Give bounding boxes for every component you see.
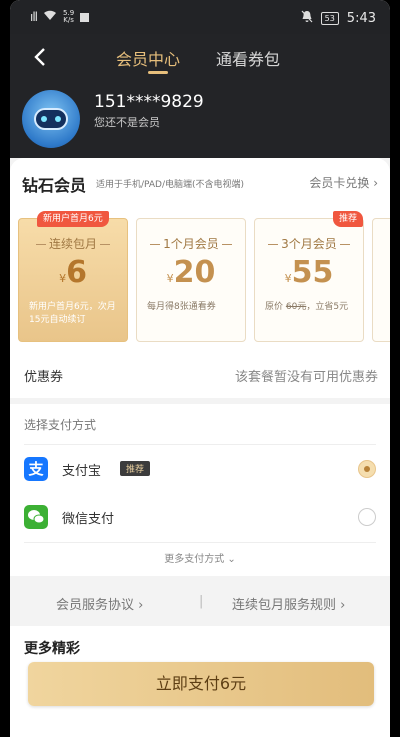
price-value: 55 (291, 255, 334, 290)
wechat-pay-icon (24, 505, 48, 529)
plan-name: 3个月会员 (255, 235, 363, 252)
mute-bell-icon (301, 10, 313, 26)
tab-ticket-pack[interactable]: 通看券包 (216, 46, 280, 70)
plan-name: 连续包月 (19, 235, 127, 252)
membership-panel: 钻石会员 适用于手机/PAD/电脑端(不含电视端) 会员卡兑换 › 新用户首月6… (10, 158, 390, 398)
agreements-bar: 会员服务协议 › | 连续包月服务规则 › (10, 578, 390, 626)
plan-note: 新用户首月6元，次月15元自动续订 (29, 302, 116, 325)
service-agreement-link[interactable]: 会员服务协议 › (56, 594, 143, 613)
payment-name: 支付宝 (62, 464, 102, 479)
plan-card-1-month[interactable]: 1个月会员 ¥20 每月得8张通看券 (136, 218, 246, 342)
recommend-badge: 推荐 (332, 211, 363, 227)
payment-name: 微信支付 (62, 512, 115, 527)
battery-icon: 53 (320, 11, 339, 25)
alipay-icon: 支 (24, 457, 48, 481)
user-phone: 151****9829 (94, 92, 204, 112)
chevron-left-icon (34, 48, 45, 66)
robot-avatar-icon (34, 108, 68, 130)
avatar[interactable] (22, 90, 80, 148)
signal-icon: ıll (30, 10, 38, 24)
net-speed: 5.9 K/s (63, 10, 74, 24)
plan-price: ¥6 (19, 255, 127, 290)
separator: | (199, 594, 204, 609)
plan-note: 每月得8张通看券 (147, 302, 216, 312)
coupon-label: 优惠券 (24, 370, 64, 385)
payment-option-wechat[interactable]: 微信支付 (10, 494, 390, 540)
notification-square-icon (80, 12, 90, 22)
coupon-row[interactable]: 优惠券 该套餐暂没有可用优惠券 (10, 358, 390, 392)
currency-symbol: ¥ (166, 272, 174, 285)
tier-title: 钻石会员 (22, 176, 87, 195)
auto-renew-rules-link[interactable]: 连续包月服务规则 › (232, 594, 345, 613)
plan-card-3-month[interactable]: 推荐 3个月会员 ¥55 原价 60元，立省5元 (254, 211, 364, 342)
header: 会员中心 通看券包 151****9829 您还不是会员 (10, 34, 390, 158)
recommend-tag: 推荐 (120, 461, 151, 476)
active-tab-indicator (148, 71, 168, 74)
tier-description: 适用于手机/PAD/电脑端(不含电视端) (96, 180, 245, 190)
status-bar: ıll 5.9 K/s 53 5:43 (10, 0, 390, 34)
back-button[interactable] (26, 42, 56, 72)
radio-selected[interactable] (358, 460, 376, 478)
avatar-eye-right (55, 116, 61, 122)
clock: 5:43 (346, 10, 376, 26)
currency-symbol: ¥ (284, 272, 292, 285)
price-value: 6 (66, 255, 87, 290)
status-left: ıll 5.9 K/s (30, 10, 90, 24)
plan-price: ¥55 (255, 255, 363, 290)
plan-badge: 新用户首月6元 (37, 211, 109, 227)
original-price: 60元 (285, 302, 307, 312)
divider (24, 542, 376, 543)
more-title: 更多精彩 (24, 641, 80, 657)
redeem-card-link[interactable]: 会员卡兑换 › (309, 174, 378, 191)
pay-now-button[interactable]: 立即支付6元 (28, 662, 374, 706)
net-speed-unit: K/s (63, 16, 74, 24)
avatar-eye-left (41, 116, 47, 122)
more-payment-methods[interactable]: 更多支付方式 ⌄ (10, 550, 390, 565)
note-prefix: 原价 (265, 302, 284, 312)
divider (24, 444, 376, 445)
payment-section: 选择支付方式 支 支付宝 推荐 微信支付 更多支付方式 ⌄ (10, 404, 390, 576)
radio-unselected[interactable] (358, 508, 376, 526)
currency-symbol: ¥ (59, 272, 67, 285)
payment-title: 选择支付方式 (24, 418, 97, 432)
tab-member-center[interactable]: 会员中心 (116, 46, 180, 70)
price-value: 20 (173, 255, 216, 290)
plan-note: 原价 60元，立省5元 (265, 301, 359, 314)
payment-option-alipay[interactable]: 支 支付宝 推荐 (10, 446, 390, 492)
coupon-value: 该套餐暂没有可用优惠券 (234, 370, 378, 385)
member-status: 您还不是会员 (94, 116, 160, 129)
phone-screen: ıll 5.9 K/s 53 5:43 会员中心 通看券包 151****982… (10, 0, 390, 737)
note-savings: ，立省5元 (306, 302, 349, 312)
plan-card-partial[interactable] (372, 218, 390, 342)
plan-name: 1个月会员 (137, 235, 245, 252)
status-right: 53 5:43 (301, 10, 376, 26)
plan-price: ¥20 (137, 255, 245, 290)
wifi-icon (43, 10, 57, 24)
plan-card-monthly-auto[interactable]: 新用户首月6元 连续包月 ¥6 新用户首月6元，次月15元自动续订 (18, 211, 128, 342)
